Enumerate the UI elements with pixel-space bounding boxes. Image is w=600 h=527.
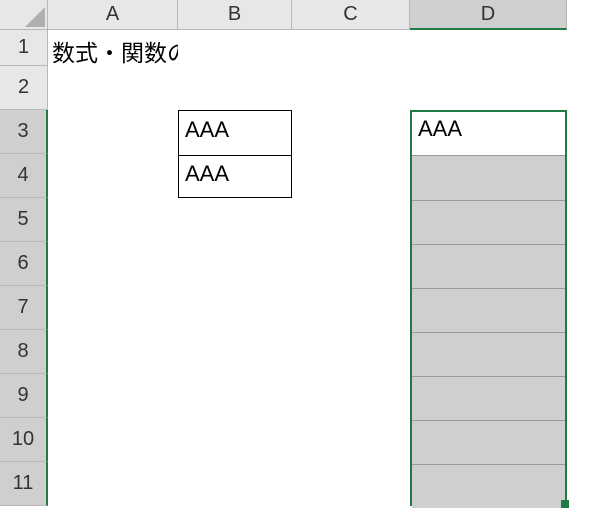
row-header-9[interactable]: 9	[0, 374, 48, 418]
cell-B10[interactable]	[178, 418, 292, 462]
row-header-2[interactable]: 2	[0, 66, 48, 110]
row-header-7[interactable]: 7	[0, 286, 48, 330]
column-header-row: A B C D	[0, 0, 600, 30]
cell-B7[interactable]	[178, 286, 292, 330]
cell-A1[interactable]: 数式・関数のコピー1	[48, 30, 178, 66]
row-header-6[interactable]: 6	[0, 242, 48, 286]
column-header-B[interactable]: B	[178, 0, 292, 30]
cell-C4[interactable]	[292, 154, 410, 198]
row-6: 6	[0, 242, 600, 286]
cell-C5[interactable]	[292, 198, 410, 242]
cell-B4-text: AAA	[185, 161, 229, 187]
cell-A10[interactable]	[48, 418, 178, 462]
cell-A7[interactable]	[48, 286, 178, 330]
cell-C11[interactable]	[292, 462, 410, 506]
row-3: 3	[0, 110, 600, 154]
grid-body: 1 数式・関数のコピー1 2 3 4	[0, 30, 600, 506]
cell-C10[interactable]	[292, 418, 410, 462]
select-all-triangle-icon	[25, 7, 45, 27]
row-header-8[interactable]: 8	[0, 330, 48, 374]
cell-D8[interactable]	[410, 330, 567, 374]
cell-D4[interactable]	[410, 154, 567, 198]
cell-C6[interactable]	[292, 242, 410, 286]
row-9: 9	[0, 374, 600, 418]
cell-A5[interactable]	[48, 198, 178, 242]
cell-D3-text: AAA	[418, 116, 462, 142]
cell-B8[interactable]	[178, 330, 292, 374]
row-5: 5	[0, 198, 600, 242]
cell-A9[interactable]	[48, 374, 178, 418]
cell-D10[interactable]	[410, 418, 567, 462]
row-header-5[interactable]: 5	[0, 198, 48, 242]
cell-B3-text: AAA	[185, 117, 229, 143]
column-header-A[interactable]: A	[48, 0, 178, 30]
cell-D6[interactable]	[410, 242, 567, 286]
cell-B9[interactable]	[178, 374, 292, 418]
cell-A8[interactable]	[48, 330, 178, 374]
cell-B11[interactable]	[178, 462, 292, 506]
cell-A6[interactable]	[48, 242, 178, 286]
row-header-1[interactable]: 1	[0, 30, 48, 66]
spreadsheet: A B C D 1 数式・関数のコピー1 2 3	[0, 0, 600, 527]
row-header-4[interactable]: 4	[0, 154, 48, 198]
cell-C2[interactable]	[292, 66, 410, 110]
row-2: 2	[0, 66, 600, 110]
row-10: 10	[0, 418, 600, 462]
cell-C9[interactable]	[292, 374, 410, 418]
cell-C1[interactable]	[292, 30, 410, 66]
cell-C8[interactable]	[292, 330, 410, 374]
row-header-10[interactable]: 10	[0, 418, 48, 462]
row-1: 1 数式・関数のコピー1	[0, 30, 600, 66]
cell-D9[interactable]	[410, 374, 567, 418]
cell-B5[interactable]	[178, 198, 292, 242]
cell-D2[interactable]	[410, 66, 567, 110]
cell-A11[interactable]	[48, 462, 178, 506]
cell-A3[interactable]	[48, 110, 178, 154]
cell-A2[interactable]	[48, 66, 178, 110]
cell-B6[interactable]	[178, 242, 292, 286]
cell-C3[interactable]	[292, 110, 410, 154]
column-header-D[interactable]: D	[410, 0, 567, 30]
cell-B1[interactable]	[178, 30, 292, 66]
row-7: 7	[0, 286, 600, 330]
cell-D11[interactable]	[410, 462, 567, 506]
cell-D5[interactable]	[410, 198, 567, 242]
cell-A4[interactable]	[48, 154, 178, 198]
row-8: 8	[0, 330, 600, 374]
row-header-11[interactable]: 11	[0, 462, 48, 506]
column-header-C[interactable]: C	[292, 0, 410, 30]
select-all-corner[interactable]	[0, 0, 48, 30]
cell-D7[interactable]	[410, 286, 567, 330]
row-header-3[interactable]: 3	[0, 110, 48, 154]
row-11: 11	[0, 462, 600, 506]
cell-B2[interactable]	[178, 66, 292, 110]
row-4: 4	[0, 154, 600, 198]
cell-D1[interactable]	[410, 30, 567, 66]
cell-C7[interactable]	[292, 286, 410, 330]
